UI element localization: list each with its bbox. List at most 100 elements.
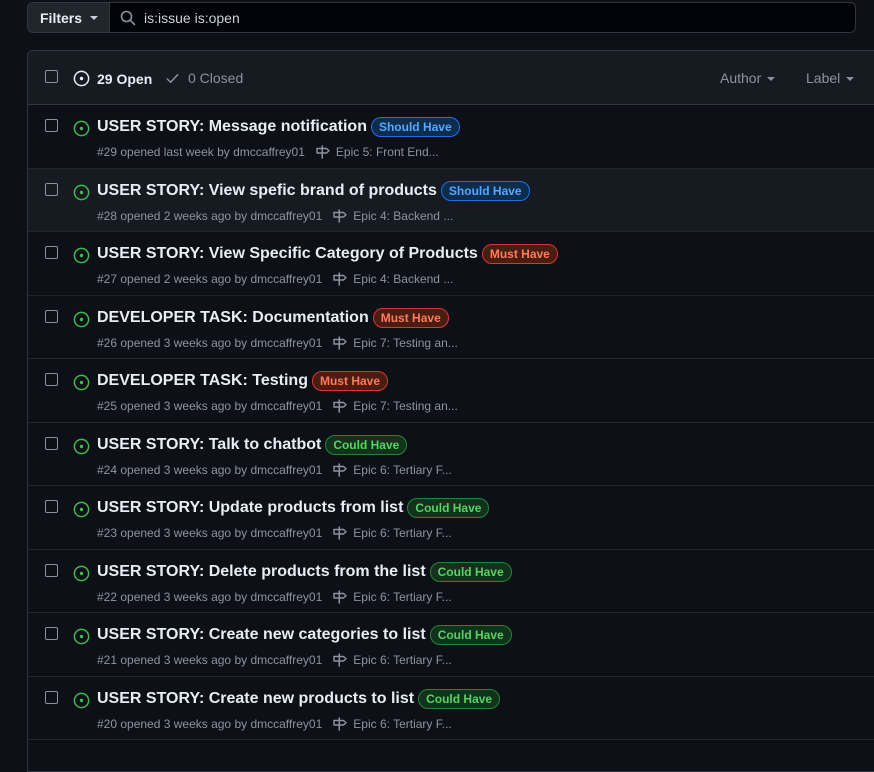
issue-select-checkbox[interactable] xyxy=(45,690,58,704)
milestone-link[interactable]: Epic 5: Front End... xyxy=(315,145,439,159)
issue-open-icon xyxy=(73,692,90,708)
search-box[interactable] xyxy=(110,2,856,33)
issue-row[interactable]: USER STORY: Create new products to list C… xyxy=(28,677,874,740)
issue-open-icon xyxy=(73,374,90,391)
priority-label[interactable]: Must Have xyxy=(311,371,389,391)
select-all-checkbox[interactable] xyxy=(45,70,58,83)
issue-title-link[interactable]: USER STORY: Talk to chatbot xyxy=(97,436,321,454)
issue-title-link[interactable]: DEVELOPER TASK: Testing xyxy=(97,372,308,390)
milestone-link[interactable]: Epic 6: Tertiary F... xyxy=(332,526,452,540)
issue-open-icon xyxy=(73,247,90,264)
issue-opened-info[interactable]: #29 opened last week by dmccaffrey01 xyxy=(97,145,305,159)
milestone-link[interactable]: Epic 7: Testing an... xyxy=(332,336,458,350)
filters-label: Filters xyxy=(40,9,83,26)
milestone-link[interactable]: Epic 4: Backend ... xyxy=(332,272,453,286)
milestone-icon xyxy=(333,462,347,477)
issue-select-checkbox[interactable] xyxy=(45,309,58,323)
issue-select-checkbox[interactable] xyxy=(45,246,58,259)
open-count-label: 29 Open xyxy=(97,70,153,87)
issue-opened-info[interactable]: #23 opened 3 weeks ago by dmccaffrey01 xyxy=(97,526,322,540)
issue-title-link[interactable]: USER STORY: Message notification xyxy=(97,118,367,136)
author-filter-dropdown[interactable]: Author xyxy=(720,70,776,86)
issue-title-line: USER STORY: Create new products to list C… xyxy=(97,688,501,709)
issue-select-checkbox[interactable] xyxy=(45,182,58,196)
milestone-icon xyxy=(333,716,347,731)
milestone-icon xyxy=(333,589,347,604)
priority-label[interactable]: Could Have xyxy=(429,625,512,645)
issue-open-icon xyxy=(73,438,90,454)
issue-meta: #24 opened 3 weeks ago by dmccaffrey01 Ep… xyxy=(97,463,452,477)
issue-title-line: USER STORY: Message notification Should H… xyxy=(97,117,460,137)
milestone-label: Epic 4: Backend ... xyxy=(353,272,454,286)
milestone-label: Epic 4: Backend ... xyxy=(353,208,454,223)
milestone-link[interactable]: Epic 7: Testing an... xyxy=(332,399,458,413)
priority-label[interactable]: Should Have xyxy=(370,117,460,137)
priority-label[interactable]: Must Have xyxy=(481,244,558,264)
issue-opened-info[interactable]: #28 opened 2 weeks ago by dmccaffrey01 xyxy=(97,209,322,223)
priority-label[interactable]: Could Have xyxy=(407,498,490,518)
issues-list-panel: 29 Open 0 Closed Author Label USER STORY… xyxy=(27,50,874,772)
milestone-link[interactable]: Epic 6: Tertiary F... xyxy=(332,589,452,604)
issue-meta: #28 opened 2 weeks ago by dmccaffrey01 Ep… xyxy=(97,209,453,223)
issue-row[interactable]: USER STORY: Create new categories to lis… xyxy=(28,613,874,677)
priority-label[interactable]: Must Have xyxy=(372,307,449,328)
milestone-link[interactable]: Epic 4: Backend ... xyxy=(332,209,453,223)
issue-meta: #25 opened 3 weeks ago by dmccaffrey01 Ep… xyxy=(97,399,458,413)
milestone-icon xyxy=(333,335,347,350)
issue-title-link[interactable]: DEVELOPER TASK: Documentation xyxy=(97,309,369,327)
issue-opened-info[interactable]: #21 opened 3 weeks ago by dmccaffrey01 xyxy=(97,653,322,667)
issue-meta: #23 opened 3 weeks ago by dmccaffrey01 Ep… xyxy=(97,526,452,540)
milestone-icon xyxy=(333,526,347,540)
issue-title-link[interactable]: USER STORY: Create new categories to lis… xyxy=(97,626,426,644)
milestone-label: Epic 5: Front End... xyxy=(335,145,439,159)
issue-title-link[interactable]: USER STORY: View Specific Category of Pr… xyxy=(97,245,478,263)
issue-row[interactable]: USER STORY: Talk to chatbot Could Have #24… xyxy=(28,423,874,486)
open-issues-tab[interactable]: 29 Open xyxy=(73,70,152,87)
priority-label[interactable]: Could Have xyxy=(429,561,512,582)
issue-open-icon xyxy=(73,501,90,518)
priority-label[interactable]: Could Have xyxy=(418,688,501,709)
issue-list: USER STORY: Message notification Should H… xyxy=(28,105,874,740)
milestone-label: Epic 7: Testing an... xyxy=(353,335,458,350)
issue-open-icon xyxy=(73,184,90,200)
issue-row[interactable]: USER STORY: Delete products from the lis… xyxy=(28,550,874,613)
issue-row[interactable]: USER STORY: Update products from list Cou… xyxy=(28,486,874,550)
issue-opened-info[interactable]: #26 opened 3 weeks ago by dmccaffrey01 xyxy=(97,336,322,350)
issue-title-link[interactable]: USER STORY: Delete products from the lis… xyxy=(97,563,426,581)
issue-select-checkbox[interactable] xyxy=(45,436,58,450)
issue-select-checkbox[interactable] xyxy=(45,500,58,513)
priority-label[interactable]: Could Have xyxy=(325,434,408,455)
issue-row[interactable]: USER STORY: View Specific Category of Pr… xyxy=(28,232,874,296)
issue-meta: #29 opened last week by dmccaffrey01 Epic… xyxy=(97,145,439,159)
issue-row[interactable]: USER STORY: Message notification Should H… xyxy=(28,105,874,169)
issue-meta: #21 opened 3 weeks ago by dmccaffrey01 Ep… xyxy=(97,653,452,667)
milestone-link[interactable]: Epic 6: Tertiary F... xyxy=(332,716,452,731)
issue-opened-info[interactable]: #24 opened 3 weeks ago by dmccaffrey01 xyxy=(97,463,322,477)
search-icon xyxy=(120,10,136,25)
milestone-link[interactable]: Epic 6: Tertiary F... xyxy=(332,653,452,667)
issue-title-link[interactable]: USER STORY: View spefic brand of product… xyxy=(97,182,437,200)
search-input[interactable] xyxy=(136,8,855,27)
issue-select-checkbox[interactable] xyxy=(45,563,58,577)
issue-title-link[interactable]: USER STORY: Create new products to list xyxy=(97,690,414,708)
issue-opened-info[interactable]: #25 opened 3 weeks ago by dmccaffrey01 xyxy=(97,399,322,413)
milestone-label: Epic 7: Testing an... xyxy=(353,399,458,413)
priority-label[interactable]: Should Have xyxy=(440,180,530,201)
issue-title-line: USER STORY: Talk to chatbot Could Have xyxy=(97,434,408,455)
milestone-link[interactable]: Epic 6: Tertiary F... xyxy=(332,462,452,477)
issue-row[interactable]: USER STORY: View spefic brand of product… xyxy=(28,168,874,232)
issue-select-checkbox[interactable] xyxy=(45,373,58,386)
issue-row[interactable]: DEVELOPER TASK: Testing Must Have #25 open… xyxy=(28,359,874,423)
issue-row[interactable]: DEVELOPER TASK: Documentation Must Have #2… xyxy=(28,296,874,359)
issue-select-checkbox[interactable] xyxy=(45,627,58,640)
issue-opened-info[interactable]: #27 opened 2 weeks ago by dmccaffrey01 xyxy=(97,272,322,286)
issue-open-icon xyxy=(73,70,90,87)
closed-issues-tab[interactable]: 0 Closed xyxy=(165,70,243,86)
issue-select-checkbox[interactable] xyxy=(45,119,58,132)
filters-button[interactable]: Filters xyxy=(27,2,111,33)
label-filter-dropdown[interactable]: Label xyxy=(806,70,855,86)
issue-opened-info[interactable]: #22 opened 3 weeks ago by dmccaffrey01 xyxy=(97,590,322,604)
issue-title-line: DEVELOPER TASK: Testing Must Have xyxy=(97,371,389,391)
issue-opened-info[interactable]: #20 opened 3 weeks ago by dmccaffrey01 xyxy=(97,717,322,731)
issue-title-link[interactable]: USER STORY: Update products from list xyxy=(97,499,403,517)
